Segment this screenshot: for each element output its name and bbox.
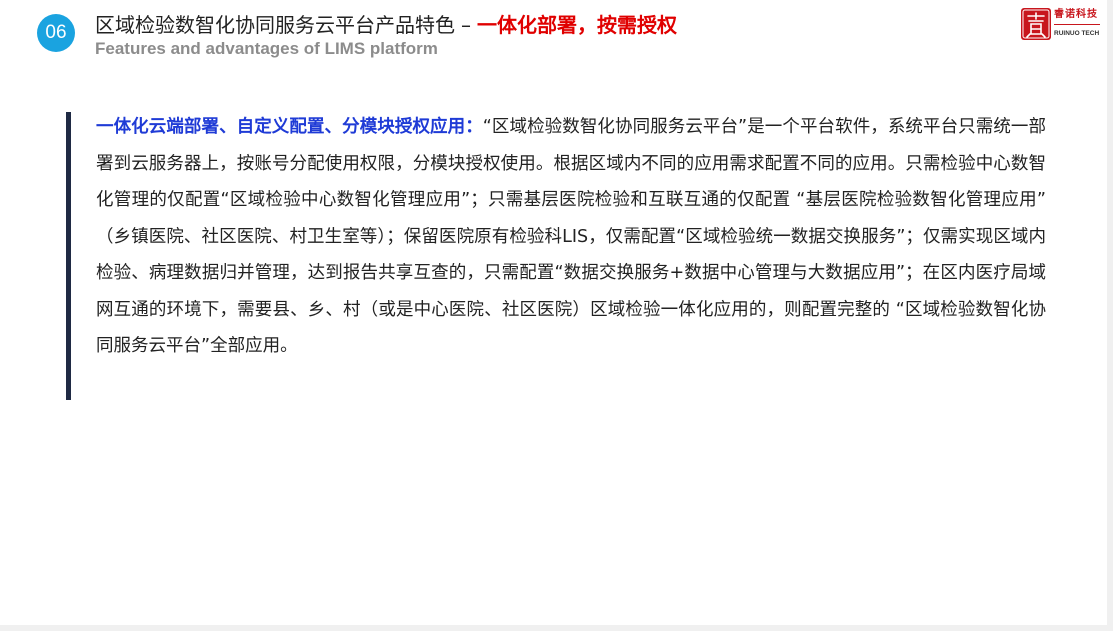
content-accent-bar [66, 112, 71, 400]
page-subtitle: Features and advantages of LIMS platform [95, 39, 438, 58]
section-number-badge: 06 [37, 14, 75, 52]
feature-description: 一体化云端部署、自定义配置、分模块授权应用：“区域检验数智化协同服务云平台”是一… [96, 109, 1046, 365]
title-separator: – [461, 13, 471, 37]
title-highlight: 一体化部署，按需授权 [477, 13, 677, 37]
company-logo: 睿诺科技 RUINUO TECH [1020, 7, 1102, 43]
feature-lead: 一体化云端部署、自定义配置、分模块授权应用： [96, 117, 483, 137]
logo-divider [1054, 24, 1100, 25]
page-title: 区域检验数智化协同服务云平台产品特色 – 一体化部署，按需授权 [95, 12, 677, 38]
logo-english-name: RUINUO TECH [1054, 30, 1100, 37]
logo-chinese-name: 睿诺科技 [1054, 9, 1098, 20]
title-main: 区域检验数智化协同服务云平台产品特色 [95, 13, 455, 37]
seal-icon [1021, 8, 1051, 40]
feature-body: “区域检验数智化协同服务云平台”是一个平台软件，系统平台只需统一部署到云服务器上… [96, 117, 1046, 356]
slide: 06 区域检验数智化协同服务云平台产品特色 – 一体化部署，按需授权 Feature… [0, 0, 1107, 625]
